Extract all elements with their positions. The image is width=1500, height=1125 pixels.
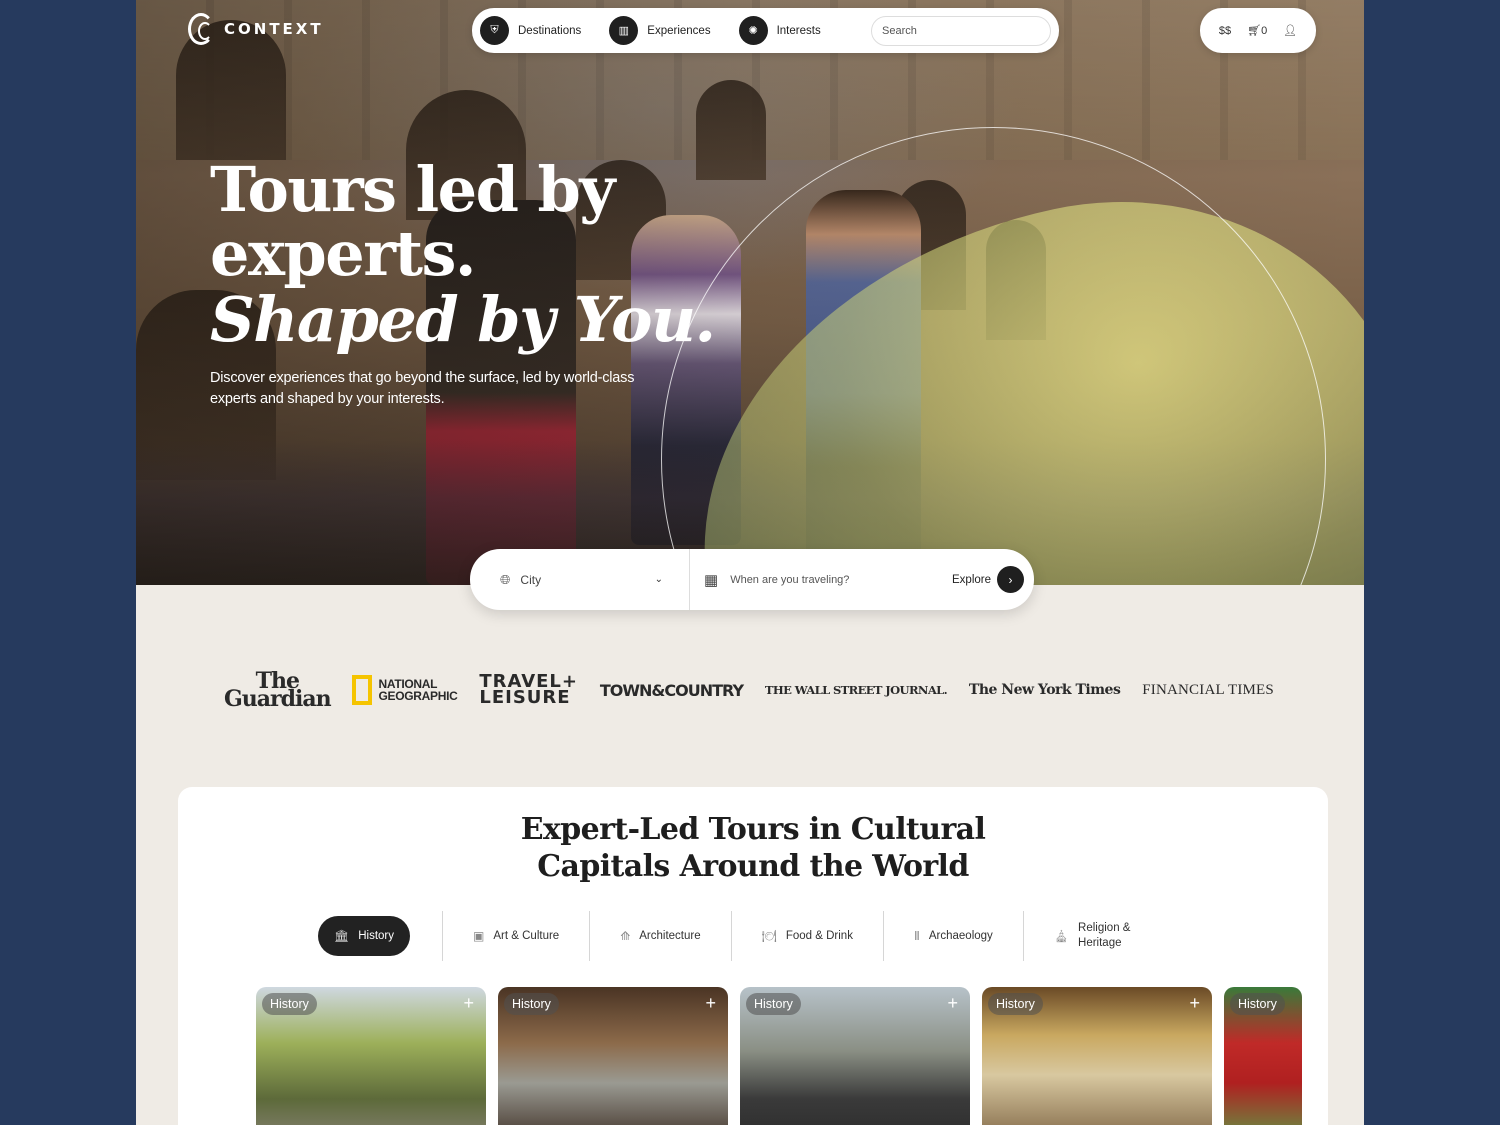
explore-label: Explore	[952, 573, 991, 586]
tours-title-line1: Expert-Led Tours in Cultural	[520, 812, 986, 847]
natgeo-line2: GEOGRAPHIC	[378, 689, 458, 703]
tab-label: Food & Drink	[785, 930, 853, 942]
hero-headline-line2: experts.	[210, 217, 477, 290]
logo-icon	[188, 13, 214, 45]
history-icon: 🏛︎	[334, 929, 350, 943]
tour-card[interactable]: History +	[982, 987, 1212, 1125]
hero-headline-line3: Shaped by You.	[210, 283, 716, 356]
tab-art-culture[interactable]: ▣ Art & Culture	[442, 911, 589, 961]
tab-label-line2: Heritage	[1078, 937, 1122, 949]
add-icon[interactable]: +	[463, 993, 474, 1014]
tab-food-drink[interactable]: 🍽︎ Food & Drink	[730, 911, 883, 961]
globe-icon: 🌐︎	[500, 571, 511, 587]
map-icon: ▥	[609, 16, 639, 45]
logo-text: CONTEXT	[224, 20, 324, 38]
nav-interests[interactable]: ✺ Interests	[738, 15, 843, 47]
compass-icon: ✺	[738, 16, 768, 45]
city-select[interactable]: 🌐︎ City ⌄	[470, 549, 690, 610]
logo[interactable]: CONTEXT	[188, 13, 324, 45]
nav-label: Interests	[776, 24, 821, 37]
religion-icon: ⛪︎	[1053, 929, 1070, 943]
user-icon[interactable]: 👤︎	[1283, 24, 1297, 37]
add-icon[interactable]: +	[1189, 993, 1200, 1014]
tab-architecture[interactable]: ⟰ Architecture	[589, 911, 730, 961]
tour-card[interactable]: History +	[740, 987, 970, 1125]
nav-experiences[interactable]: ▥ Experiences	[609, 15, 732, 47]
explore-button[interactable]: Explore ›	[952, 566, 1024, 593]
press-logo-town-country: TOWN&COUNTRY	[599, 680, 744, 700]
tour-tag: History	[262, 993, 317, 1015]
tl-line2: LEISURE	[479, 687, 571, 708]
hero-headline: Tours led by experts. Shaped by You.	[210, 158, 716, 356]
calendar-icon: ▦	[704, 571, 719, 589]
art-icon: ▣	[473, 929, 485, 943]
tab-label: Art & Culture	[493, 930, 560, 942]
tab-history[interactable]: 🏛︎ History	[318, 911, 426, 961]
hero-lede: Discover experiences that go beyond the …	[210, 370, 635, 407]
add-icon[interactable]: +	[947, 993, 958, 1014]
tour-carousel: History + History + History + History + …	[256, 987, 1303, 1125]
hero: CONTEXT ⛨ Destinations ▥ Experiences ✺ I…	[136, 0, 1364, 585]
main-nav: ⛨ Destinations ▥ Experiences ✺ Interests	[472, 8, 1059, 53]
nav-label: Destinations	[518, 24, 582, 37]
chevron-down-icon: ⌄	[654, 574, 663, 585]
tab-label: Religion & Heritage	[1078, 921, 1130, 951]
press-logo-wsj: THE WALL STREET JOURNAL.	[764, 683, 948, 697]
tab-religion-heritage[interactable]: ⛪︎ Religion & Heritage	[1022, 911, 1161, 961]
cart-count: 0	[1261, 25, 1268, 37]
booking-bar: 🌐︎ City ⌄ ▦ When are you traveling? Expl…	[470, 549, 1034, 610]
tour-tag: History	[746, 993, 801, 1015]
nav-label: Experiences	[647, 24, 711, 37]
press-logos: The Guardian NATIONAL GEOGRAPHIC TRAVEL+…	[224, 670, 1274, 712]
cart-button[interactable]: 🛒︎0	[1247, 24, 1267, 37]
tour-card[interactable]: History +	[498, 987, 728, 1125]
shield-icon: ⛨	[480, 16, 509, 45]
guardian-line2: Guardian	[224, 686, 332, 712]
tours-title: Expert-Led Tours in Cultural Capitals Ar…	[178, 811, 1328, 885]
tour-card[interactable]: History	[1224, 987, 1302, 1125]
tour-tag: History	[1230, 993, 1285, 1015]
utility-nav: $$ 🛒︎0 👤︎	[1200, 8, 1316, 53]
press-logo-guardian: The Guardian	[224, 670, 332, 712]
city-select-label: City	[520, 572, 542, 587]
archaeology-icon: Ⅱ	[913, 929, 920, 943]
tab-archaeology[interactable]: Ⅱ Archaeology	[882, 911, 1023, 961]
press-logo-travel-leisure: TRAVEL+ LEISURE	[479, 673, 578, 708]
tab-label: History	[358, 930, 395, 942]
tour-tag: History	[988, 993, 1043, 1015]
page: CONTEXT ⛨ Destinations ▥ Experiences ✺ I…	[136, 0, 1364, 1125]
architecture-icon: ⟰	[620, 929, 631, 943]
date-picker[interactable]: ▦ When are you traveling? Explore ›	[690, 566, 1034, 593]
tour-tag: History	[504, 993, 559, 1015]
food-icon: 🍽︎	[761, 929, 777, 943]
tab-label: Archaeology	[928, 930, 993, 942]
date-picker-label: When are you traveling?	[730, 573, 850, 586]
add-icon[interactable]: +	[705, 993, 716, 1014]
natgeo-frame-icon	[352, 675, 373, 705]
press-logo-nyt: The New York Times	[968, 682, 1121, 698]
tours-title-line2: Capitals Around the World	[537, 849, 969, 884]
arrow-right-icon: ›	[997, 566, 1024, 593]
search-input[interactable]	[871, 15, 1051, 46]
press-logo-ft: FINANCIAL TIMES	[1142, 681, 1274, 698]
press-logo-natgeo: NATIONAL GEOGRAPHIC	[352, 675, 458, 705]
cart-icon: 🛒︎	[1247, 25, 1262, 37]
tours-section: Expert-Led Tours in Cultural Capitals Ar…	[178, 787, 1328, 1125]
category-tabs: 🏛︎ History ▣ Art & Culture ⟰ Architectur…	[318, 911, 1160, 961]
hero-headline-line1: Tours led by	[210, 153, 615, 226]
tab-label-line1: Religion &	[1078, 922, 1131, 934]
nav-destinations[interactable]: ⛨ Destinations	[480, 15, 603, 47]
tour-card[interactable]: History +	[256, 987, 486, 1125]
tab-history-pill: 🏛︎ History	[318, 916, 411, 956]
currency-selector[interactable]: $$	[1219, 25, 1231, 37]
tab-label: Architecture	[639, 930, 701, 942]
